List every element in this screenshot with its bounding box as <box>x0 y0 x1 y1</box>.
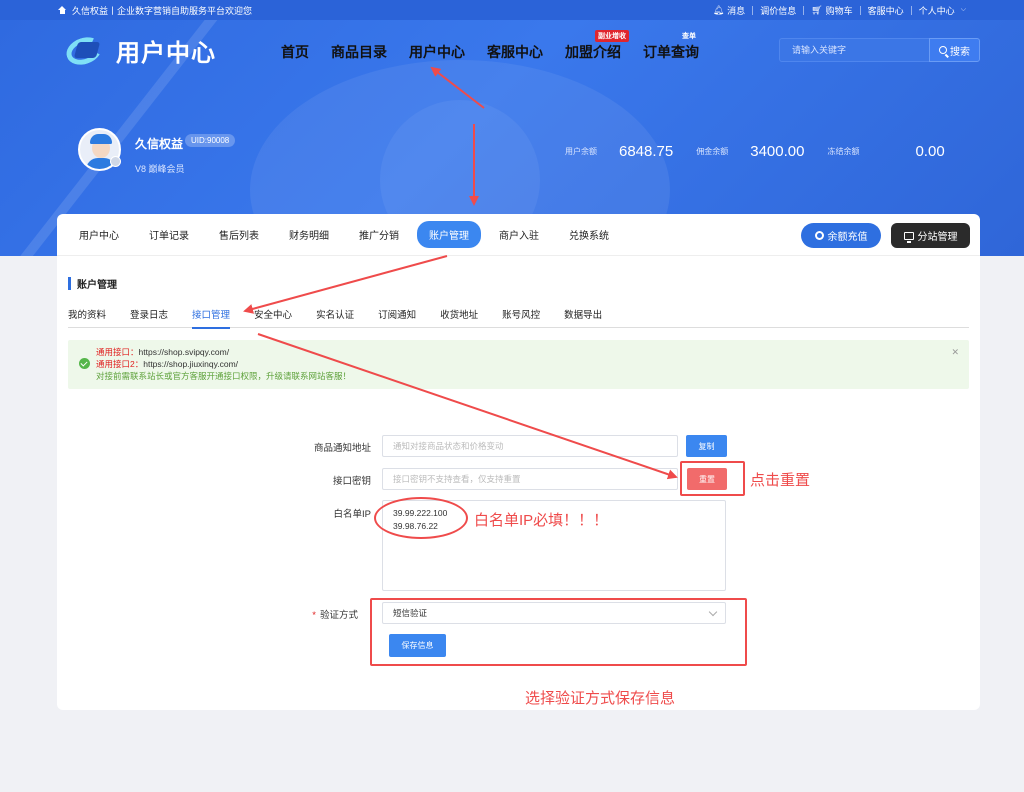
recharge-button[interactable]: 余额充值 <box>801 223 881 248</box>
copy-button[interactable]: 复制 <box>686 435 727 457</box>
tab-real-name[interactable]: 实名认证 <box>316 302 354 328</box>
nav-user-center[interactable]: 用户中心 <box>409 42 465 62</box>
tab-login-log[interactable]: 登录日志 <box>130 302 168 328</box>
verify-method-label: * 验证方式 <box>312 610 358 621</box>
subnav-account[interactable]: 账户管理 <box>417 221 481 248</box>
api-url-2: https://shop.jiuxinqy.com/ <box>143 359 239 369</box>
subnav-after-sales[interactable]: 售后列表 <box>207 221 271 248</box>
nav-badge-query: 查单 <box>682 33 696 40</box>
notice-tip: 对接前需联系站长或官方客服开通接口权限，升级请联系网站客服！ <box>96 371 352 381</box>
cart-icon: 🛒︎ <box>811 4 823 15</box>
tab-export[interactable]: 数据导出 <box>564 302 602 328</box>
api-notice: 通用接口：https://shop.svipqy.com/ 通用接口2：http… <box>68 340 969 389</box>
subnav-promotion[interactable]: 推广分销 <box>347 221 411 248</box>
nav-order-query[interactable]: 订单查询 查单 <box>643 33 699 62</box>
subnav-merchant[interactable]: 商户入驻 <box>487 221 551 248</box>
top-link-service[interactable]: 客服中心 <box>868 4 904 17</box>
search-bar: 搜索 <box>779 38 980 62</box>
home-icon[interactable] <box>58 6 67 14</box>
subnav-exchange[interactable]: 兑换系统 <box>557 221 621 248</box>
subnav-orders[interactable]: 订单记录 <box>137 221 201 248</box>
nav-catalog[interactable]: 商品目录 <box>331 42 387 62</box>
balance-frozen-value: 0.00 <box>915 143 945 160</box>
api-key-input[interactable]: 接口密钥不支持查看，仅支持重置 <box>382 468 678 490</box>
main-nav: 首页 商品目录 用户中心 客服中心 加盟介绍 副业增收 订单查询 查单 <box>281 30 699 62</box>
nav-badge-side-income: 副业增收 <box>595 30 629 42</box>
site-logo[interactable]: 用户中心 <box>62 32 216 70</box>
nav-home[interactable]: 首页 <box>281 42 309 62</box>
balance-frozen-label: 冻结余额 <box>827 147 860 156</box>
monitor-icon <box>903 231 914 243</box>
tab-api[interactable]: 接口管理 <box>192 302 231 329</box>
top-link-messages[interactable]: 🔔︎ 消息 <box>713 4 745 17</box>
branch-manage-button[interactable]: 分站管理 <box>891 223 970 248</box>
recharge-icon <box>814 231 824 240</box>
section-title: 账户管理 <box>68 276 117 291</box>
user-id: UID:90008 <box>185 134 236 147</box>
logo-mark-icon <box>62 32 112 70</box>
tab-profile[interactable]: 我的资料 <box>68 302 106 328</box>
top-links: 🔔︎ 消息 调价信息 🛒︎ 购物车 客服中心 个人中心 ⌵ <box>713 4 966 17</box>
top-strip: 久信权益丨企业数字营销自助服务平台欢迎您 🔔︎ 消息 调价信息 🛒︎ 购物车 客服中… <box>0 0 1024 20</box>
sub-nav: 用户中心 订单记录 售后列表 财务明细 推广分销 账户管理 商户入驻 兑换系统 … <box>57 214 980 256</box>
chevron-down-icon: ⌵ <box>960 6 966 13</box>
balance-commission-label: 佣金余额 <box>696 147 729 156</box>
annotation-whitelist-text: 白名单IP必填！！！ <box>474 512 609 529</box>
welcome: 久信权益丨企业数字营销自助服务平台欢迎您 <box>58 4 252 17</box>
bell-icon: 🔔︎ <box>712 4 725 15</box>
balance-commission-value: 3400.00 <box>750 143 805 160</box>
logo-text: 用户中心 <box>116 39 216 67</box>
verified-badge-icon <box>110 156 121 167</box>
tab-risk[interactable]: 账号风控 <box>502 302 540 328</box>
annotation-reset-box <box>680 461 745 496</box>
top-link-personal[interactable]: 个人中心 ⌵ <box>919 4 966 17</box>
subnav-user-center[interactable]: 用户中心 <box>67 221 131 248</box>
search-input[interactable] <box>779 38 929 62</box>
balance-user-label: 用户余额 <box>565 147 597 156</box>
annotation-reset-text: 点击重置 <box>750 472 811 489</box>
top-link-cart[interactable]: 🛒︎ 购物车 <box>811 4 852 17</box>
nav-service[interactable]: 客服中心 <box>487 42 543 62</box>
balance-user-value: 6848.75 <box>619 143 674 160</box>
subnav-finance[interactable]: 财务明细 <box>277 221 341 248</box>
welcome-text: 久信权益丨企业数字营销自助服务平台欢迎您 <box>72 5 253 16</box>
nav-join[interactable]: 加盟介绍 副业增收 <box>565 30 629 62</box>
api-url-1: https://shop.svipqy.com/ <box>138 347 230 357</box>
notify-url-input[interactable]: 通知对接商品状态和价格变动 <box>382 435 678 457</box>
notify-url-label: 商品通知地址 <box>313 443 371 454</box>
api-key-label: 接口密钥 <box>332 476 371 487</box>
whitelist-label: 白名单IP <box>333 509 371 520</box>
annotation-whitelist-ellipse <box>374 497 468 539</box>
member-level: V8 巅峰会员 <box>135 164 185 174</box>
annotation-save-box <box>370 598 747 666</box>
search-button[interactable]: 搜索 <box>929 38 980 62</box>
tab-subscriptions[interactable]: 订阅通知 <box>378 302 416 328</box>
user-name: 久信权益 <box>135 137 184 151</box>
check-circle-icon <box>79 358 90 369</box>
balances: 用户余额 6848.75 佣金余额 3400.00 冻结余额 0.00 <box>565 143 945 160</box>
tab-security[interactable]: 安全中心 <box>254 302 292 328</box>
top-link-price-info[interactable]: 调价信息 <box>760 4 796 17</box>
account-tabs: 我的资料 登录日志 接口管理 安全中心 实名认证 订阅通知 收货地址 账号风控 … <box>68 302 969 329</box>
search-icon <box>939 46 947 54</box>
close-icon[interactable]: ✕ <box>951 346 959 358</box>
tab-address[interactable]: 收货地址 <box>440 302 478 328</box>
annotation-save-text: 选择验证方式保存信息 <box>525 690 676 707</box>
